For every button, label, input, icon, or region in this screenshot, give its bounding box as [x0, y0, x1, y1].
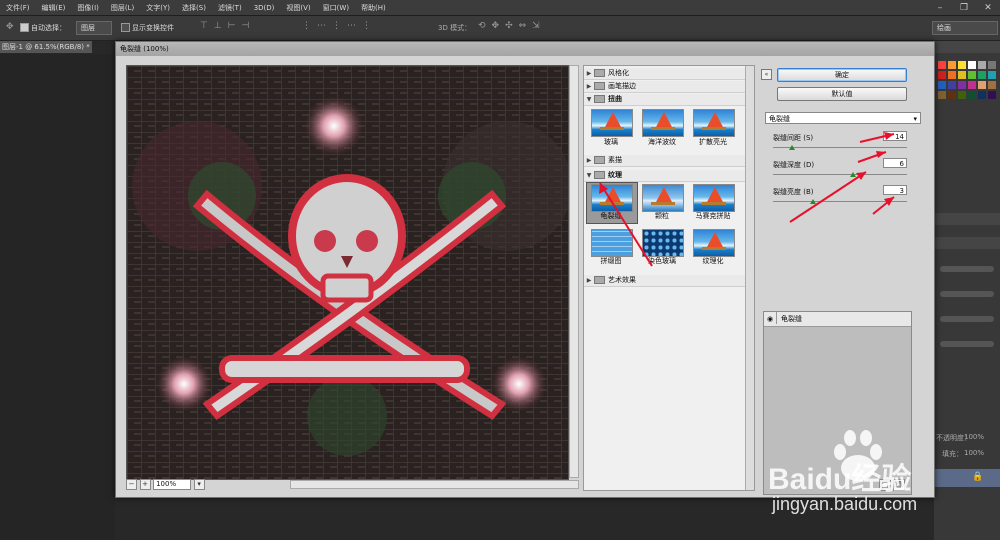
maximize-icon[interactable]: ❐: [952, 0, 976, 15]
menu-layer[interactable]: 图层(L): [105, 3, 140, 13]
show-transform-label: 显示变换控件: [132, 24, 174, 32]
mode-3d-label: 3D 模式：: [438, 24, 472, 32]
show-transform-checkbox[interactable]: [121, 23, 130, 32]
brush-panel-header: [934, 237, 1000, 249]
arrow-head-icon: [884, 132, 894, 140]
3d-mode-icons[interactable]: ⟲✥✣⇔⇲: [478, 21, 546, 31]
menu-3d[interactable]: 3D(D): [248, 4, 281, 12]
swatches-grid[interactable]: [934, 55, 1000, 185]
move-tool-icon[interactable]: ✥: [6, 22, 14, 32]
menu-filter[interactable]: 滤镜(T): [212, 3, 248, 13]
document-tab[interactable]: 图层-1 @ 61.5%(RGB/8) *: [0, 41, 92, 53]
adjustments-panel-header: [934, 213, 1000, 225]
menu-view[interactable]: 视图(V): [280, 3, 316, 13]
close-icon[interactable]: ✕: [976, 0, 1000, 15]
watermark-logo-text: Baidu经验: [768, 463, 912, 496]
align-icons[interactable]: ⊤⊥⊢⊣: [200, 21, 255, 31]
menu-window[interactable]: 窗口(W): [317, 3, 355, 13]
baidu-watermark: Baidu经验 jingyan.baidu.com: [768, 428, 998, 540]
auto-select-checkbox[interactable]: [20, 23, 29, 32]
workspace-dropdown[interactable]: 绘画: [932, 21, 998, 35]
menu-edit[interactable]: 编辑(E): [36, 3, 72, 13]
brush-stroke-3: [940, 316, 994, 322]
document-tab-label: 图层-1 @ 61.5%(RGB/8) *: [2, 43, 90, 51]
auto-select-label: 自动选择：: [31, 24, 66, 32]
auto-select-dropdown[interactable]: 图层: [76, 21, 112, 35]
brush-stroke-1: [940, 266, 994, 272]
arrow-head-icon: [876, 151, 886, 158]
minimize-icon[interactable]: –: [928, 0, 952, 15]
distribute-icons[interactable]: ⋮⋯⋮⋯⋮: [302, 21, 377, 31]
annotation-arrow-4: [789, 171, 867, 223]
swatches-panel-header: [934, 41, 1000, 53]
menu-select[interactable]: 选择(S): [176, 3, 212, 13]
brush-stroke-4: [940, 341, 994, 347]
options-bar: ✥ 自动选择： 图层 显示变换控件 ⊤⊥⊢⊣ ⋮⋯⋮⋯⋮ 3D 模式： ⟲✥✣⇔…: [0, 16, 1000, 41]
menu-image[interactable]: 图像(I): [71, 3, 105, 13]
menu-type[interactable]: 文字(Y): [140, 3, 176, 13]
menu-file[interactable]: 文件(F): [0, 3, 36, 13]
arrow-head-icon: [856, 172, 866, 180]
workspace-canvas-area: [0, 54, 115, 540]
brush-stroke-2: [940, 291, 994, 297]
watermark-url: jingyan.baidu.com: [772, 494, 918, 514]
menu-bar: 文件(F) 编辑(E) 图像(I) 图层(L) 文字(Y) 选择(S) 滤镜(T…: [0, 0, 1000, 16]
annotation-arrow-1: [599, 182, 653, 267]
menu-help[interactable]: 帮助(H): [355, 3, 392, 13]
